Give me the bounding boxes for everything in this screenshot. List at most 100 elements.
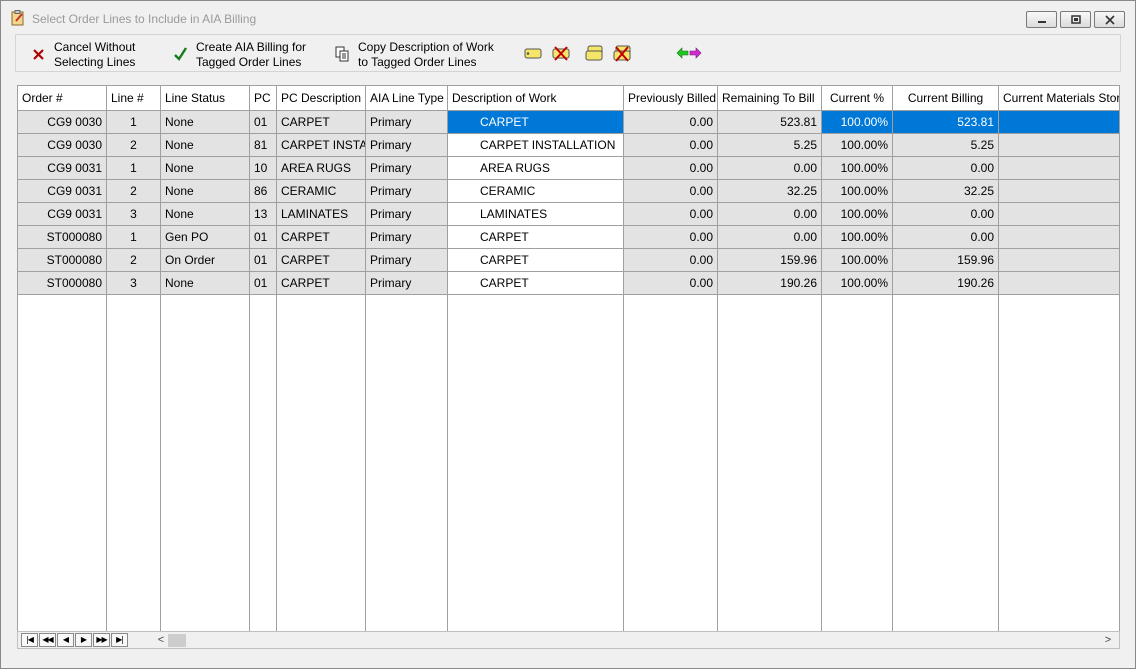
cell-line-status[interactable]: None [161, 111, 250, 133]
cell-pc[interactable]: 01 [250, 111, 277, 133]
table-row[interactable]: CG9 0031 2 None 86 CERAMIC Primary CERAMIC 0.00… [18, 180, 1119, 203]
table-row[interactable]: ST000080 3 None 01 CARPET Primary CARPET 0.00 19… [18, 272, 1119, 295]
table-row[interactable]: CG9 0030 1 None 01 CARPET Primary CARPET 0.00 52… [18, 111, 1119, 134]
minimize-button[interactable] [1026, 11, 1057, 28]
cell-line-number[interactable]: 2 [107, 134, 161, 156]
copy-description-button[interactable]: Copy Description of Work to Tagged Order… [334, 39, 504, 69]
tag-all-icon[interactable] [583, 43, 605, 63]
column-header-pc-description[interactable]: PC Description [277, 86, 366, 110]
cell-remaining-to-bill[interactable]: 159.96 [718, 249, 822, 271]
cell-current-percent[interactable]: 100.00% [822, 272, 893, 294]
order-lines-grid[interactable]: Order # Line # Line Status PC PC Description… [17, 85, 1120, 632]
cell-current-percent[interactable]: 100.00% [822, 203, 893, 225]
swap-arrows-icon[interactable] [675, 43, 703, 63]
cell-line-status[interactable]: None [161, 157, 250, 179]
cell-pc-description[interactable]: CARPET [277, 249, 366, 271]
cell-aia-line-type[interactable]: Primary [366, 226, 448, 248]
cell-current-materials-stored[interactable]: 0 [999, 203, 1119, 225]
cell-pc[interactable]: 10 [250, 157, 277, 179]
table-row[interactable]: CG9 0031 3 None 13 LAMINATES Primary LAMINATES… [18, 203, 1119, 226]
column-header-order-number[interactable]: Order # [18, 86, 107, 110]
column-header-line-number[interactable]: Line # [107, 86, 161, 110]
cell-aia-line-type[interactable]: Primary [366, 134, 448, 156]
cell-aia-line-type[interactable]: Primary [366, 157, 448, 179]
cell-line-status[interactable]: On Order [161, 249, 250, 271]
cell-current-percent[interactable]: 100.00% [822, 249, 893, 271]
column-header-current-materials-stored[interactable]: Current Materials Stor [999, 86, 1119, 110]
column-header-remaining-to-bill[interactable]: Remaining To Bill [718, 86, 822, 110]
cell-aia-line-type[interactable]: Primary [366, 111, 448, 133]
cell-current-percent[interactable]: 100.00% [822, 111, 893, 133]
cell-pc[interactable]: 01 [250, 226, 277, 248]
cell-previously-billed[interactable]: 0.00 [624, 272, 718, 294]
cell-current-billing[interactable]: 159.96 [893, 249, 999, 271]
cell-current-billing[interactable]: 523.81 [893, 111, 999, 133]
cell-order-number[interactable]: ST000080 [18, 272, 107, 294]
cell-line-status[interactable]: Gen PO [161, 226, 250, 248]
scroll-left-button[interactable]: < [154, 633, 168, 647]
table-row[interactable]: CG9 0031 1 None 10 AREA RUGS Primary AREA RUGS… [18, 157, 1119, 180]
cell-line-number[interactable]: 3 [107, 203, 161, 225]
cell-current-materials-stored[interactable]: 0 [999, 157, 1119, 179]
cell-description-of-work[interactable]: LAMINATES [448, 203, 624, 225]
column-header-line-status[interactable]: Line Status [161, 86, 250, 110]
cell-pc-description[interactable]: CARPET INSTAL [277, 134, 366, 156]
column-header-aia-line-type[interactable]: AIA Line Type [366, 86, 448, 110]
cell-description-of-work[interactable]: CERAMIC [448, 180, 624, 202]
cell-order-number[interactable]: CG9 0031 [18, 203, 107, 225]
cell-remaining-to-bill[interactable]: 190.26 [718, 272, 822, 294]
cell-remaining-to-bill[interactable]: 523.81 [718, 111, 822, 133]
cell-aia-line-type[interactable]: Primary [366, 272, 448, 294]
column-header-current-percent[interactable]: Current % [822, 86, 893, 110]
cell-description-of-work[interactable]: CARPET [448, 226, 624, 248]
cell-previously-billed[interactable]: 0.00 [624, 134, 718, 156]
cell-line-number[interactable]: 1 [107, 226, 161, 248]
cell-aia-line-type[interactable]: Primary [366, 249, 448, 271]
column-header-current-billing[interactable]: Current Billing [893, 86, 999, 110]
cell-description-of-work[interactable]: CARPET [448, 249, 624, 271]
cell-order-number[interactable]: ST000080 [18, 249, 107, 271]
cell-order-number[interactable]: CG9 0031 [18, 157, 107, 179]
cell-pc-description[interactable]: AREA RUGS [277, 157, 366, 179]
cell-pc[interactable]: 86 [250, 180, 277, 202]
cell-current-billing[interactable]: 0.00 [893, 203, 999, 225]
cell-pc-description[interactable]: CARPET [277, 111, 366, 133]
cell-remaining-to-bill[interactable]: 5.25 [718, 134, 822, 156]
tag-icon[interactable] [522, 43, 544, 63]
cell-pc[interactable]: 01 [250, 249, 277, 271]
cell-line-status[interactable]: None [161, 180, 250, 202]
cell-pc[interactable]: 13 [250, 203, 277, 225]
cell-current-billing[interactable]: 0.00 [893, 226, 999, 248]
cell-current-percent[interactable]: 100.00% [822, 180, 893, 202]
next-page-button[interactable]: ▶▶ [93, 633, 110, 647]
horizontal-scrollbar-thumb[interactable] [168, 634, 186, 647]
next-record-button[interactable]: ▶ [75, 633, 92, 647]
cell-current-materials-stored[interactable]: 0 [999, 180, 1119, 202]
cell-current-billing[interactable]: 0.00 [893, 157, 999, 179]
cell-current-billing[interactable]: 32.25 [893, 180, 999, 202]
cell-order-number[interactable]: CG9 0030 [18, 134, 107, 156]
cell-aia-line-type[interactable]: Primary [366, 180, 448, 202]
cell-description-of-work[interactable]: CARPET [448, 111, 624, 133]
last-record-button[interactable]: ▶| [111, 633, 128, 647]
cell-order-number[interactable]: CG9 0031 [18, 180, 107, 202]
cell-line-status[interactable]: None [161, 272, 250, 294]
cell-current-materials-stored[interactable]: 0 [999, 226, 1119, 248]
cell-current-materials-stored[interactable]: 0 [999, 249, 1119, 271]
cell-line-number[interactable]: 3 [107, 272, 161, 294]
cell-remaining-to-bill[interactable]: 0.00 [718, 157, 822, 179]
cell-pc[interactable]: 01 [250, 272, 277, 294]
cell-line-status[interactable]: None [161, 203, 250, 225]
cell-pc-description[interactable]: CARPET [277, 226, 366, 248]
scroll-right-button[interactable]: > [1101, 633, 1115, 647]
cell-pc-description[interactable]: LAMINATES [277, 203, 366, 225]
cell-pc[interactable]: 81 [250, 134, 277, 156]
cell-previously-billed[interactable]: 0.00 [624, 111, 718, 133]
cell-description-of-work[interactable]: AREA RUGS [448, 157, 624, 179]
cell-pc-description[interactable]: CERAMIC [277, 180, 366, 202]
cell-current-materials-stored[interactable]: 0 [999, 272, 1119, 294]
untag-icon[interactable] [550, 43, 572, 63]
table-row[interactable]: CG9 0030 2 None 81 CARPET INSTAL Primary CARPE… [18, 134, 1119, 157]
cell-description-of-work[interactable]: CARPET [448, 272, 624, 294]
cell-current-materials-stored[interactable]: 0 [999, 134, 1119, 156]
